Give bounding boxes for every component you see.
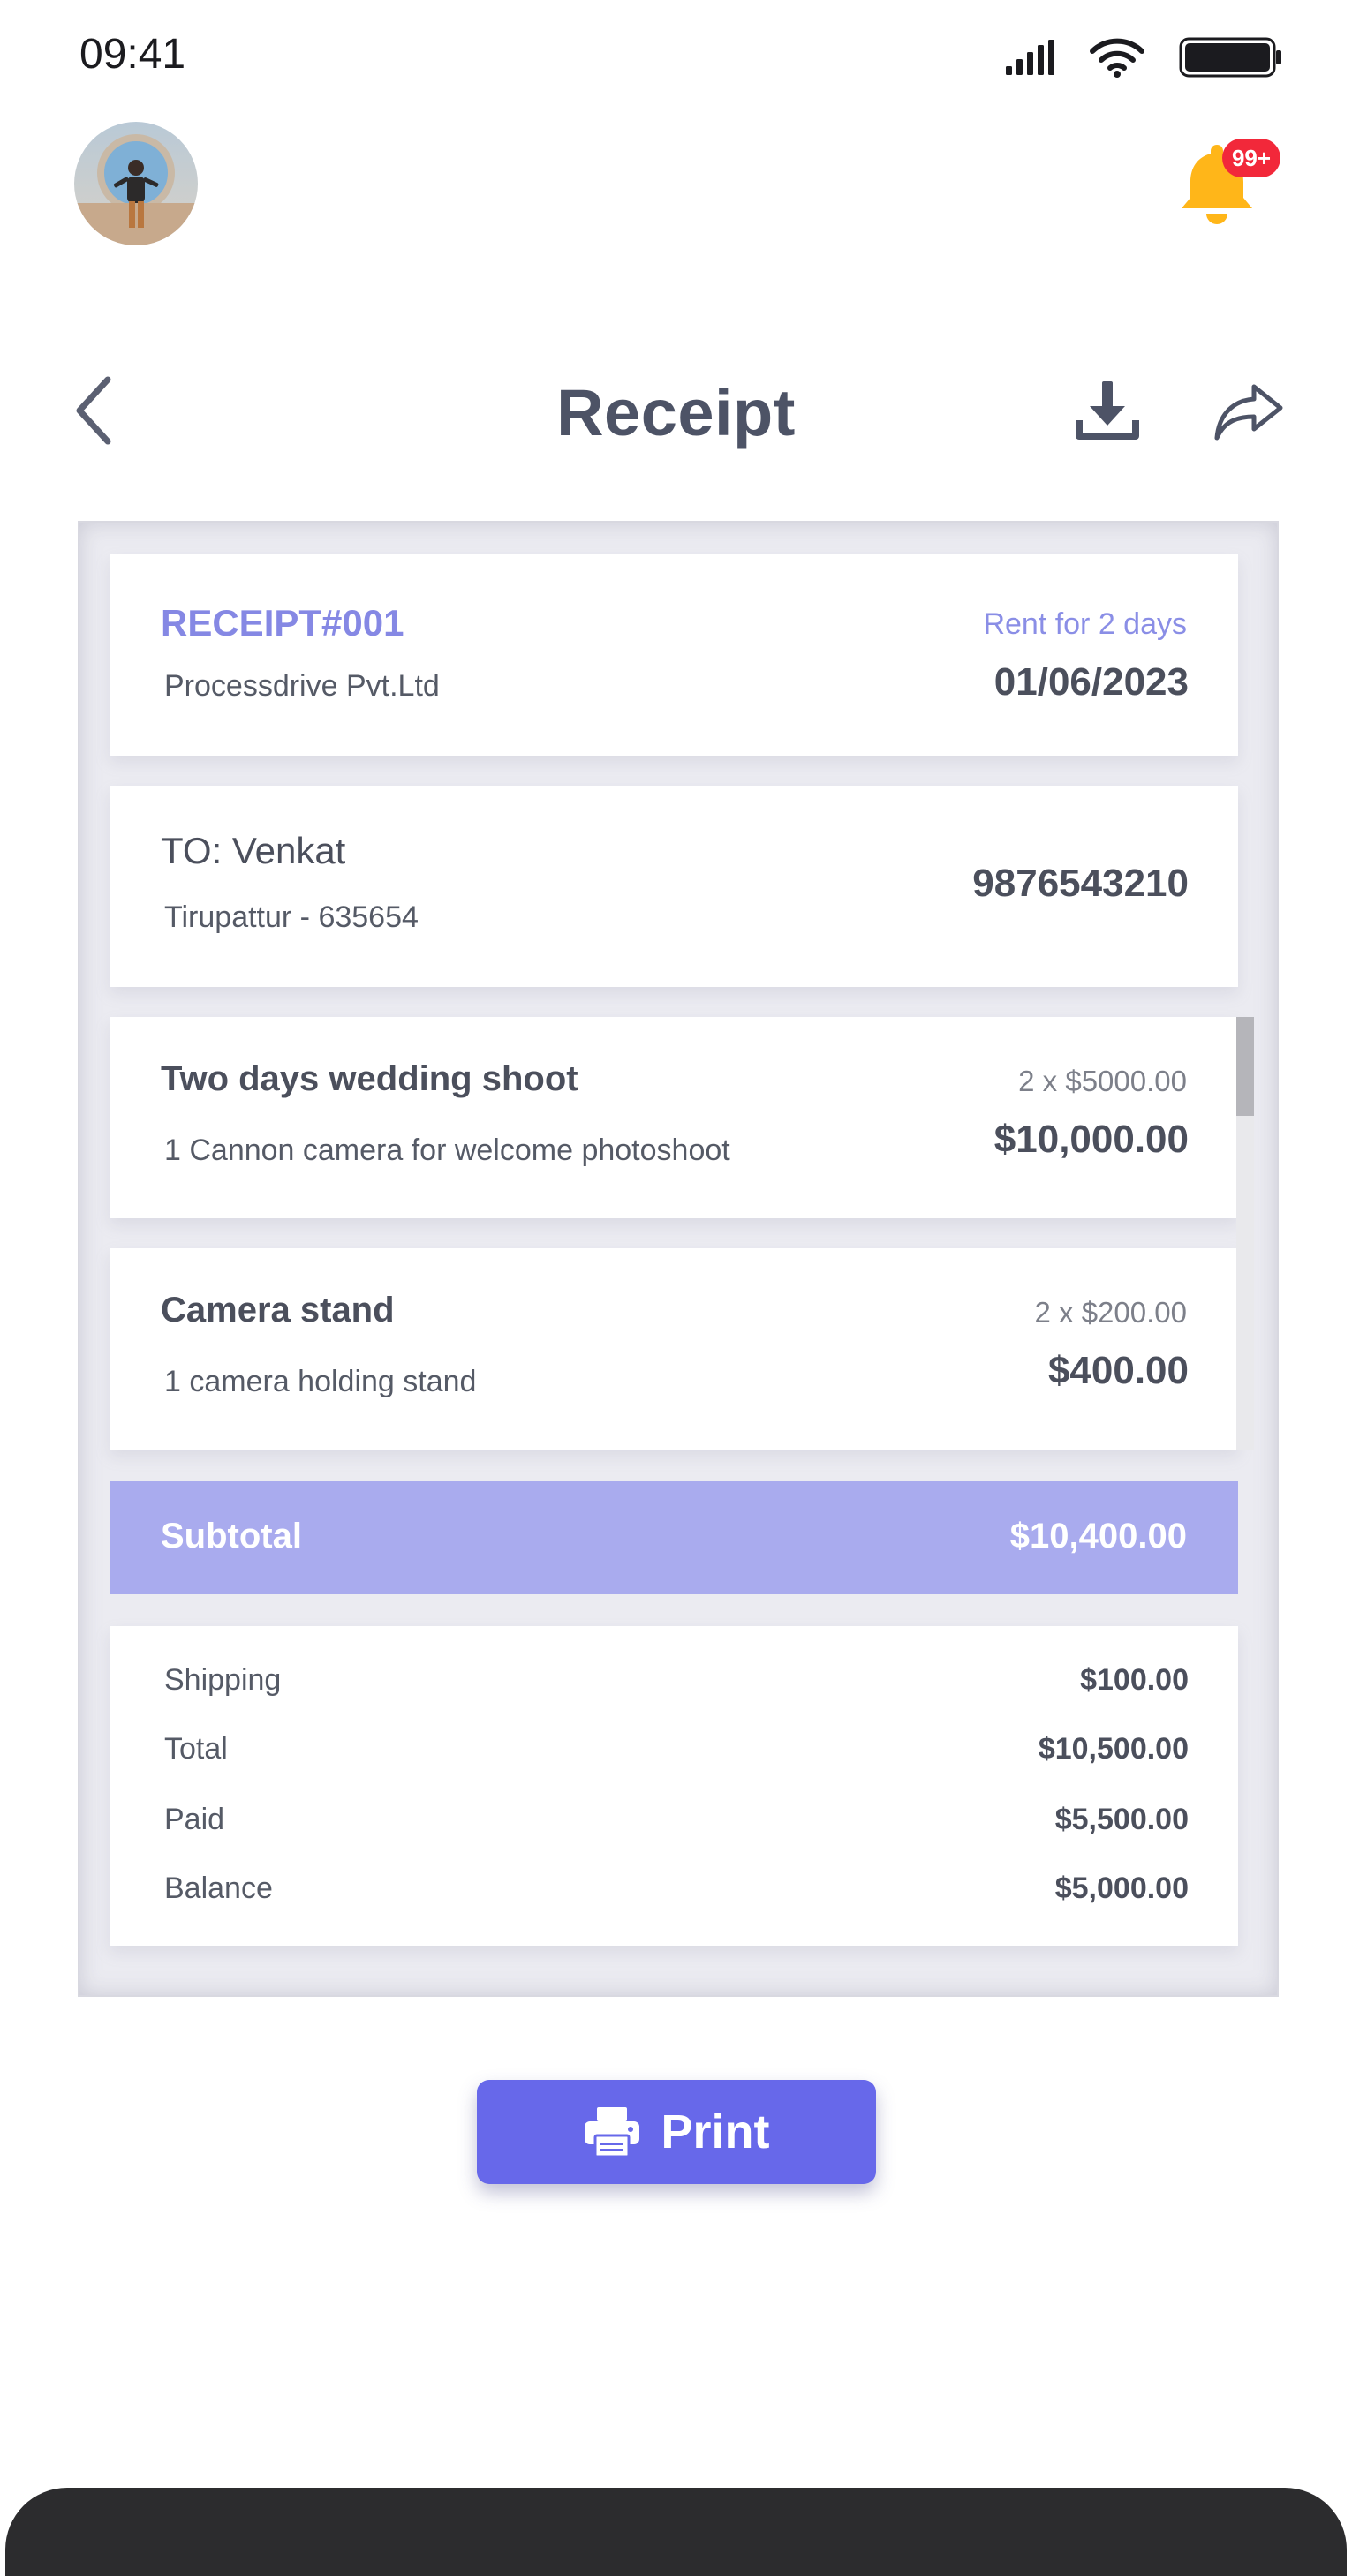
summary-label: Shipping xyxy=(164,1663,282,1697)
item-title: Camera stand xyxy=(161,1291,395,1329)
wifi-icon xyxy=(1090,38,1144,78)
print-button[interactable]: Print xyxy=(477,2080,876,2184)
receipt-header-card: RECEIPT#001 Processdrive Pvt.Ltd Rent fo… xyxy=(110,554,1238,756)
notification-badge: 99+ xyxy=(1222,139,1280,177)
subtotal-value: $10,400.00 xyxy=(1009,1517,1187,1555)
subtotal-label: Subtotal xyxy=(161,1517,302,1555)
share-icon xyxy=(1214,384,1283,441)
status-icons xyxy=(1006,35,1283,79)
summary-label: Total xyxy=(164,1732,228,1766)
summary-label: Paid xyxy=(164,1803,225,1836)
battery-icon xyxy=(1179,37,1281,78)
summary-card: Shipping $100.00 Total $10,500.00 Paid $… xyxy=(110,1626,1238,1946)
summary-value: $100.00 xyxy=(1080,1663,1189,1697)
items-scrollbar-thumb[interactable] xyxy=(1236,1017,1254,1116)
summary-row-paid: Paid $5,500.00 xyxy=(164,1803,1189,1847)
subtotal-bar: Subtotal $10,400.00 xyxy=(110,1481,1238,1594)
recipient-name: TO: Venkat xyxy=(161,830,346,871)
item-description: 1 Cannon camera for welcome photoshoot xyxy=(164,1134,730,1167)
company-name: Processdrive Pvt.Ltd xyxy=(164,669,440,703)
page-title: Receipt xyxy=(556,376,796,449)
item-amount: $10,000.00 xyxy=(993,1118,1189,1161)
receipt-date: 01/06/2023 xyxy=(993,660,1189,704)
bottom-bar xyxy=(5,2488,1347,2576)
avatar[interactable] xyxy=(74,122,198,245)
summary-label: Balance xyxy=(164,1872,273,1905)
summary-row-shipping: Shipping $100.00 xyxy=(164,1663,1189,1707)
rent-duration: Rent for 2 days xyxy=(983,607,1187,641)
item-quantity-price: 2 x $5000.00 xyxy=(1018,1065,1187,1097)
summary-row-balance: Balance $5,000.00 xyxy=(164,1872,1189,1916)
item-quantity-price: 2 x $200.00 xyxy=(1034,1296,1187,1329)
summary-value: $5,500.00 xyxy=(1054,1803,1189,1836)
recipient-card: TO: Venkat Tirupattur - 635654 987654321… xyxy=(110,786,1238,987)
print-button-label: Print xyxy=(661,2105,770,2158)
item-amount: $400.00 xyxy=(1047,1349,1189,1392)
item-description: 1 camera holding stand xyxy=(164,1365,477,1398)
download-button[interactable] xyxy=(1072,376,1143,447)
download-icon xyxy=(1076,381,1139,440)
signal-icon xyxy=(1006,40,1054,75)
summary-value: $10,500.00 xyxy=(1038,1732,1189,1766)
recipient-address: Tirupattur - 635654 xyxy=(164,900,419,934)
list-item: Camera stand 1 camera holding stand 2 x … xyxy=(110,1248,1238,1450)
avatar-image xyxy=(74,122,198,245)
item-title: Two days wedding shoot xyxy=(161,1059,578,1098)
status-time: 09:41 xyxy=(79,31,186,78)
summary-value: $5,000.00 xyxy=(1054,1872,1189,1905)
receipt-number: RECEIPT#001 xyxy=(161,602,404,644)
list-item: Two days wedding shoot 1 Cannon camera f… xyxy=(110,1017,1238,1218)
share-button[interactable] xyxy=(1212,380,1286,443)
recipient-phone: 9876543210 xyxy=(972,862,1189,905)
printer-icon xyxy=(585,2107,640,2158)
summary-row-total: Total $10,500.00 xyxy=(164,1732,1189,1776)
